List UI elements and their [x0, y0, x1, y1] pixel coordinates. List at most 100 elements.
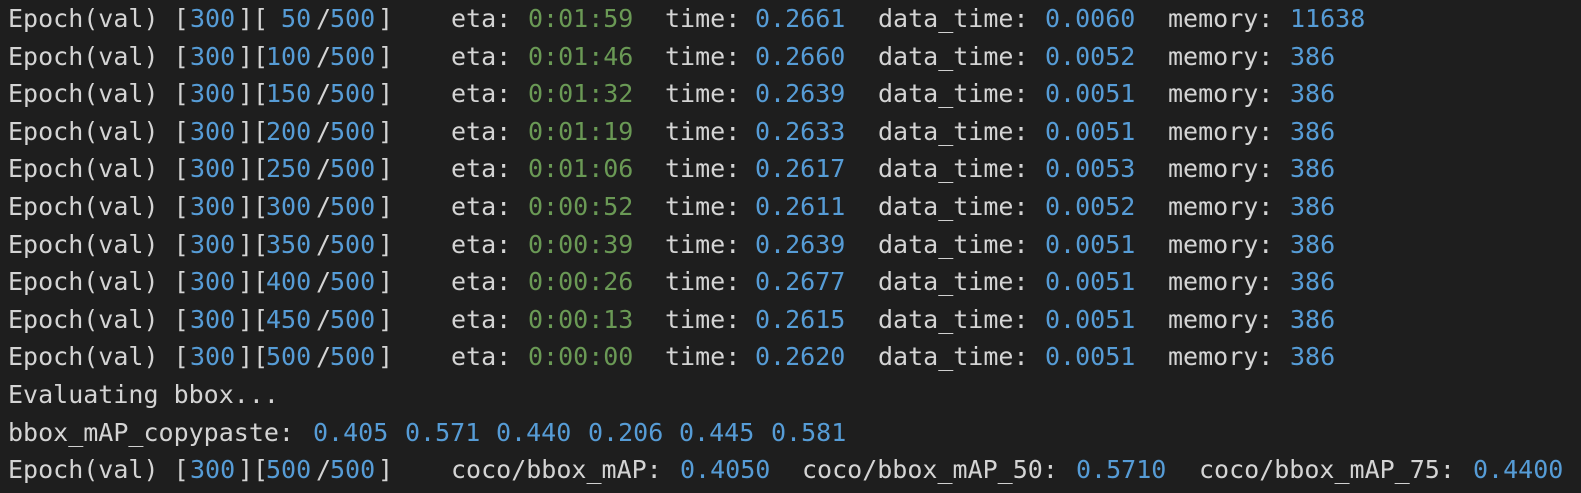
copypaste-label: bbox_mAP_copypaste: — [8, 417, 294, 447]
time-label: time: — [665, 79, 741, 109]
bbox-map75-value: 0.4400 — [1473, 455, 1564, 485]
eta-value: 0:00:52 — [528, 192, 634, 221]
iter-total: 500 — [330, 342, 376, 372]
bracket: ] — [378, 41, 394, 71]
memory-label: memory: — [1168, 41, 1274, 71]
bracket: ] — [378, 154, 394, 184]
slash: / — [316, 229, 332, 259]
epoch-prefix: Epoch(val) [ — [8, 342, 189, 372]
time-value: 0.2611 — [755, 192, 846, 221]
bracket: ] — [378, 342, 394, 372]
iter-number: 500 — [266, 342, 312, 372]
iter-total: 500 — [330, 304, 376, 334]
bbox-map50-value: 0.5710 — [1076, 455, 1167, 485]
slash: / — [316, 192, 332, 221]
epoch-number: 300 — [190, 41, 236, 71]
eta-value: 0:01:59 — [528, 4, 634, 33]
epoch-prefix: Epoch(val) [ — [8, 192, 189, 221]
iter-total: 500 — [330, 4, 376, 33]
time-label: time: — [665, 116, 741, 146]
data-time-value: 0.0051 — [1045, 267, 1136, 297]
eta-label: eta: — [451, 116, 512, 146]
bracket: ][ — [238, 116, 269, 146]
memory-value: 11638 — [1290, 4, 1366, 33]
time-value: 0.2633 — [755, 116, 846, 146]
data-time-value: 0.0051 — [1045, 229, 1136, 259]
memory-label: memory: — [1168, 154, 1274, 184]
bracket: ] — [378, 192, 394, 221]
iter-number: 500 — [266, 455, 312, 485]
data-time-value: 0.0060 — [1045, 4, 1136, 33]
memory-label: memory: — [1168, 116, 1274, 146]
evaluating-text: Evaluating bbox... — [8, 380, 279, 409]
memory-label: memory: — [1168, 304, 1274, 334]
epoch-prefix: Epoch(val) [ — [8, 304, 189, 334]
iter-total: 500 — [330, 267, 376, 297]
memory-label: memory: — [1168, 267, 1274, 297]
slash: / — [316, 455, 332, 485]
slash: / — [316, 79, 332, 109]
copypaste-value: 0.405 — [313, 417, 389, 447]
data-time-label: data_time: — [878, 229, 1029, 259]
time-label: time: — [665, 192, 741, 221]
bracket: ] — [378, 304, 394, 334]
epoch-number: 300 — [190, 229, 236, 259]
eta-label: eta: — [451, 267, 512, 297]
bracket: ][ — [238, 192, 269, 221]
bbox-map75-label: coco/bbox_mAP_75: — [1199, 455, 1455, 485]
slash: / — [316, 154, 332, 184]
memory-label: memory: — [1168, 342, 1274, 372]
eta-label: eta: — [451, 342, 512, 372]
data-time-label: data_time: — [878, 79, 1029, 109]
time-label: time: — [665, 154, 741, 184]
data-time-label: data_time: — [878, 267, 1029, 297]
epoch-number: 300 — [190, 79, 236, 109]
iter-number: 200 — [266, 116, 312, 146]
iter-total: 500 — [330, 229, 376, 259]
eta-label: eta: — [451, 4, 512, 33]
memory-label: memory: — [1168, 192, 1274, 221]
iter-total: 500 — [330, 154, 376, 184]
epoch-number: 300 — [190, 342, 236, 372]
data-time-value: 0.0051 — [1045, 79, 1136, 109]
bracket: ] — [378, 79, 394, 109]
time-value: 0.2620 — [755, 342, 846, 372]
copypaste-value: 0.571 — [405, 417, 481, 447]
data-time-value: 0.0051 — [1045, 304, 1136, 334]
bracket: ][ — [238, 455, 269, 485]
eta-label: eta: — [451, 41, 512, 71]
time-label: time: — [665, 342, 741, 372]
copypaste-value: 0.206 — [588, 417, 664, 447]
epoch-number: 300 — [190, 304, 236, 334]
memory-value: 386 — [1290, 192, 1336, 221]
iter-total: 500 — [330, 79, 376, 109]
eta-label: eta: — [451, 304, 512, 334]
iter-number: 50 — [266, 4, 312, 33]
memory-value: 386 — [1290, 304, 1336, 334]
iter-total: 500 — [330, 41, 376, 71]
bracket: ][ — [238, 79, 269, 109]
slash: / — [316, 342, 332, 372]
epoch-number: 300 — [190, 267, 236, 297]
terminal-output: Epoch(val) [300][ 50/500] eta: 0:01:59 time… — [0, 0, 1581, 493]
time-value: 0.2617 — [755, 154, 846, 184]
epoch-prefix: Epoch(val) [ — [8, 154, 189, 184]
epoch-number: 300 — [190, 455, 236, 485]
time-label: time: — [665, 4, 741, 33]
bracket: ][ — [238, 41, 269, 71]
copypaste-value: 0.581 — [771, 417, 847, 447]
data-time-label: data_time: — [878, 154, 1029, 184]
iter-total: 500 — [330, 116, 376, 146]
iter-number: 450 — [266, 304, 312, 334]
epoch-prefix: Epoch(val) [ — [8, 4, 189, 33]
iter-total: 500 — [330, 455, 376, 485]
eta-value: 0:01:19 — [528, 116, 634, 146]
time-value: 0.2677 — [755, 267, 846, 297]
epoch-prefix: Epoch(val) [ — [8, 229, 189, 259]
memory-value: 386 — [1290, 41, 1336, 71]
time-label: time: — [665, 41, 741, 71]
memory-value: 386 — [1290, 267, 1336, 297]
epoch-number: 300 — [190, 154, 236, 184]
data-time-label: data_time: — [878, 116, 1029, 146]
iter-number: 300 — [266, 192, 312, 221]
